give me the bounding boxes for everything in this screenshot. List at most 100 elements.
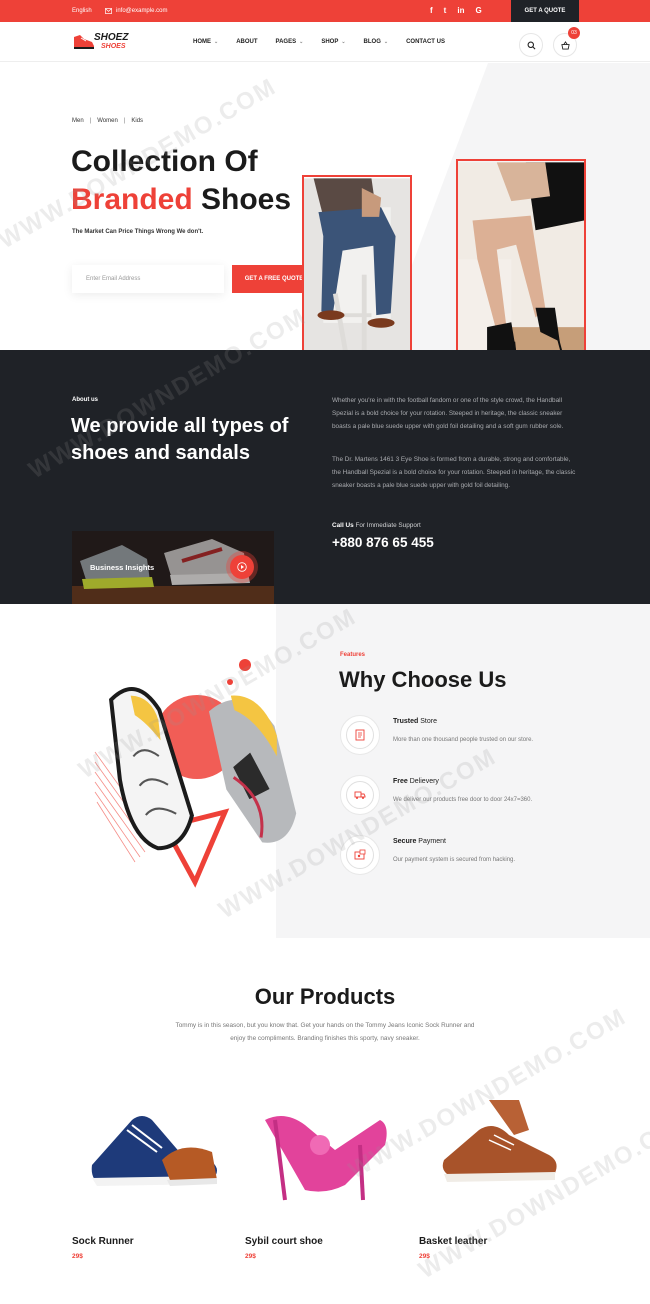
product-name[interactable]: Sock Runner bbox=[72, 1236, 134, 1247]
feature-title: Trusted Store bbox=[393, 718, 437, 725]
nav-item-label: PAGES bbox=[275, 39, 297, 45]
hero-photo-man-sitting bbox=[302, 175, 412, 350]
business-insights-video[interactable]: Business Insights bbox=[72, 531, 274, 604]
products-section: Our Products Tommy is in this season, bu… bbox=[0, 940, 650, 1304]
chevron-down-icon: ⌄ bbox=[383, 39, 389, 45]
shoe-logo-icon bbox=[74, 35, 94, 49]
language-selector[interactable]: English bbox=[72, 8, 92, 14]
chevron-down-icon: ⌄ bbox=[214, 39, 219, 45]
product-image-basket-leather bbox=[442, 1100, 557, 1182]
nav-item-shop[interactable]: SHOP ⌄ bbox=[321, 39, 345, 45]
about-section: About us We provide all types of shoes a… bbox=[0, 350, 650, 604]
call-us-rest: For Immediate Support bbox=[353, 522, 421, 529]
hero-title-line1: Collection Of bbox=[71, 145, 258, 178]
nav-item-pages[interactable]: PAGES ⌄ bbox=[276, 39, 304, 45]
features-section: Features Why Choose Us Trusted Store Mor… bbox=[0, 604, 650, 940]
hero-section: Men | Women | Kids Collection Of Branded… bbox=[0, 63, 650, 350]
product-card[interactable]: Sock Runner 29$ bbox=[72, 1090, 232, 1280]
email-input[interactable]: Enter Email Address bbox=[72, 265, 224, 293]
hero-title: Collection Of Branded Shoes bbox=[71, 143, 291, 219]
feature-item: Secure Payment Our payment system is sec… bbox=[340, 835, 630, 879]
get-a-quote-button[interactable]: GET A QUOTE bbox=[511, 0, 579, 22]
category-kids[interactable]: Kids bbox=[131, 118, 143, 124]
top-bar: English info@example.com f t in G GET A … bbox=[0, 0, 650, 22]
cart-count-badge: 03 bbox=[568, 27, 580, 39]
feature-title-bold: Trusted bbox=[393, 718, 419, 725]
feature-title-rest: Delievery bbox=[407, 778, 439, 785]
nav-item-home[interactable]: HOME ⌄ bbox=[193, 39, 218, 45]
call-us-bold: Call Us bbox=[332, 522, 354, 529]
nav-item-label: SHOP bbox=[321, 39, 339, 45]
separator: | bbox=[89, 118, 92, 124]
product-card[interactable]: Basket leather 29$ bbox=[419, 1090, 579, 1280]
social-links: f t in G bbox=[430, 6, 482, 15]
product-image-sybil-court-shoe bbox=[265, 1116, 387, 1201]
about-tag: About us bbox=[72, 397, 98, 403]
product-price: 29$ bbox=[245, 1253, 256, 1260]
nav-item-label: BLOG bbox=[363, 39, 381, 45]
product-name[interactable]: Sybil court shoe bbox=[245, 1236, 323, 1247]
hero-title-highlight: Branded bbox=[71, 183, 193, 216]
feature-title-bold: Secure bbox=[393, 838, 417, 845]
logo-text-primary: SHOEZ bbox=[94, 32, 129, 43]
about-paragraph-1: Whether you're in with the football fand… bbox=[332, 397, 564, 430]
google-icon[interactable]: G bbox=[475, 6, 481, 15]
main-header: SHOEZ SHOES HOME ⌄ ABOUT PAGES ⌄ SHOP ⌄ BLO… bbox=[0, 22, 650, 62]
category-links: Men | Women | Kids bbox=[72, 118, 143, 124]
nav-item-label: ABOUT bbox=[236, 39, 258, 45]
nav-item-contact[interactable]: CONTACT US bbox=[406, 39, 445, 45]
category-men[interactable]: Men bbox=[72, 118, 84, 124]
twitter-icon[interactable]: t bbox=[444, 6, 447, 15]
nav-item-about[interactable]: ABOUT bbox=[236, 39, 257, 45]
logo-text-secondary: SHOES bbox=[101, 43, 126, 50]
product-image-sock-runner bbox=[91, 1116, 217, 1186]
features-heading: Why Choose Us bbox=[339, 667, 507, 692]
email-link[interactable]: info@example.com bbox=[105, 8, 167, 14]
features-background bbox=[276, 604, 650, 938]
chevron-down-icon: ⌄ bbox=[341, 39, 346, 45]
features-tag: Features bbox=[340, 652, 366, 658]
facebook-icon[interactable]: f bbox=[430, 6, 433, 15]
feature-icon-circle bbox=[340, 775, 380, 815]
feature-title-bold: Free bbox=[393, 778, 408, 785]
feature-description: More than one thousand people trusted on… bbox=[393, 737, 534, 743]
truck-icon bbox=[354, 791, 366, 799]
hero-subtitle: The Market Can Price Things Wrong We don… bbox=[72, 229, 204, 235]
logo[interactable]: SHOEZ SHOES bbox=[72, 30, 134, 56]
feature-icon-circle bbox=[340, 715, 380, 755]
nav-item-label: HOME bbox=[193, 39, 211, 45]
phone-number[interactable]: +880 876 65 455 bbox=[332, 535, 434, 550]
hero-title-rest: Shoes bbox=[192, 183, 292, 216]
product-card[interactable]: Sybil court shoe 29$ bbox=[245, 1090, 405, 1280]
payment-icon bbox=[354, 849, 366, 860]
call-us-text: Call Us For Immediate Support bbox=[332, 522, 421, 529]
feature-description: We deliver our products free door to doo… bbox=[393, 797, 533, 803]
feature-description: Our payment system is secured from hacki… bbox=[393, 857, 516, 863]
main-nav: HOME ⌄ ABOUT PAGES ⌄ SHOP ⌄ BLOG ⌄ CONTACT U… bbox=[193, 39, 463, 45]
nav-item-blog[interactable]: BLOG ⌄ bbox=[364, 39, 389, 45]
play-button[interactable] bbox=[230, 555, 254, 579]
basket-icon bbox=[560, 40, 570, 50]
business-insights-label: Business Insights bbox=[90, 563, 155, 572]
feature-title: Free Delievery bbox=[393, 778, 439, 785]
products-intro: Tommy is in this season, but you know th… bbox=[175, 1022, 475, 1042]
search-icon bbox=[527, 41, 535, 49]
play-icon bbox=[237, 562, 247, 572]
woman-heels-image bbox=[458, 162, 584, 350]
hero-photo-woman-heels bbox=[456, 159, 586, 350]
man-sitting-image bbox=[304, 178, 410, 350]
feature-item: Free Delievery We deliver our products f… bbox=[340, 775, 630, 819]
product-price: 29$ bbox=[72, 1253, 83, 1260]
product-price: 29$ bbox=[419, 1253, 430, 1260]
products-heading: Our Products bbox=[254, 984, 396, 1009]
search-button[interactable] bbox=[519, 33, 543, 57]
feature-title-rest: Payment bbox=[416, 838, 446, 845]
email-text: info@example.com bbox=[116, 8, 168, 14]
nav-item-label: CONTACT US bbox=[406, 39, 445, 45]
linkedin-icon[interactable]: in bbox=[457, 6, 464, 15]
about-paragraph-2: The Dr. Martens 1461 3 Eye Shoe is forme… bbox=[332, 456, 576, 489]
store-icon bbox=[355, 729, 365, 741]
category-women[interactable]: Women bbox=[97, 118, 118, 124]
product-name[interactable]: Basket leather bbox=[419, 1236, 487, 1247]
chevron-down-icon: ⌄ bbox=[299, 39, 304, 45]
